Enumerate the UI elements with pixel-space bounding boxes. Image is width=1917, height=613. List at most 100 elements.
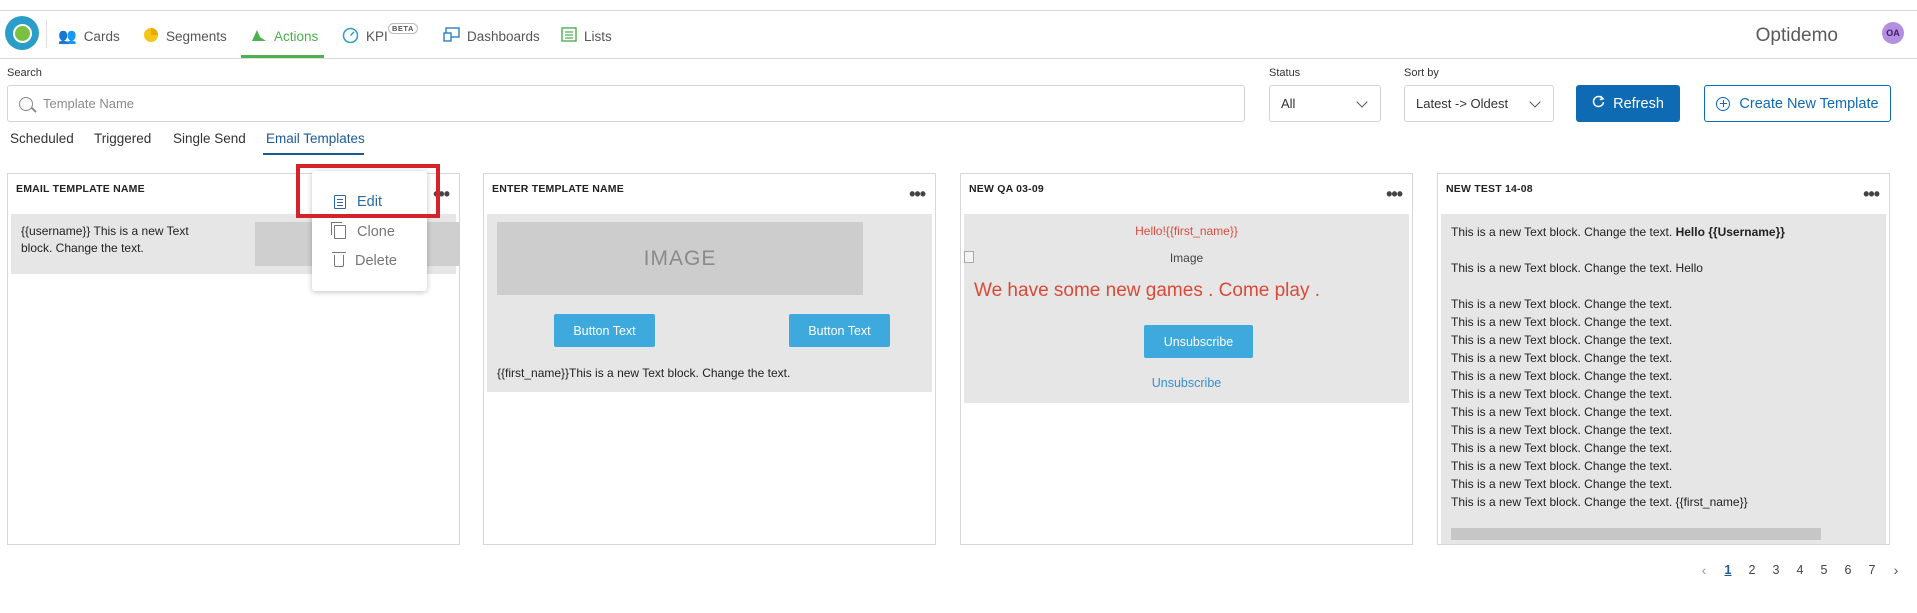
create-new-template-button[interactable]: Create New Template xyxy=(1704,85,1891,122)
more-options-icon[interactable]: ••• xyxy=(1863,185,1880,203)
nav-item-label: Actions xyxy=(274,28,319,44)
nav-item-kpi[interactable]: KPI xyxy=(342,26,388,46)
chevron-down-icon xyxy=(1356,96,1368,108)
template-card[interactable]: NEW TEST 14-08 ••• This is a new Text bl… xyxy=(1437,173,1890,545)
preview-line: This is a new Text block. Change the tex… xyxy=(1451,351,1673,365)
preview-line: This is a new Text block. Change the tex… xyxy=(1451,333,1673,347)
app-logo[interactable] xyxy=(5,16,39,50)
search-label: Search xyxy=(7,67,42,79)
trash-icon xyxy=(332,252,346,267)
plus-circle-icon xyxy=(1716,96,1731,111)
tab-email-templates[interactable]: Email Templates xyxy=(266,131,365,146)
menu-item-clone[interactable]: Clone xyxy=(331,222,395,240)
preview-line: This is a new Text block. Change the tex… xyxy=(1451,315,1673,329)
clone-icon xyxy=(331,222,346,239)
gauge-icon xyxy=(342,27,359,46)
page-number[interactable]: 2 xyxy=(1740,563,1764,577)
preview-text-block: This is a new Text block. Change the tex… xyxy=(1451,223,1785,511)
users-icon: 👥 xyxy=(58,27,77,45)
nav-item-label: KPI xyxy=(366,28,388,44)
nav-item-cards[interactable]: 👥 Cards xyxy=(58,26,120,46)
search-input[interactable] xyxy=(43,96,1143,111)
actions-icon xyxy=(251,28,267,45)
next-page-button[interactable]: › xyxy=(1884,562,1908,578)
dashboard-icon xyxy=(443,27,460,45)
card-title: EMAIL TEMPLATE NAME xyxy=(16,183,145,195)
unsubscribe-preview-link: Unsubscribe xyxy=(1151,376,1222,390)
page-number[interactable]: 6 xyxy=(1836,563,1860,577)
top-navigation: 👥 Cards Segments Actions KPI Dashboards … xyxy=(0,12,1917,59)
tab-triggered[interactable]: Triggered xyxy=(94,131,151,146)
preview-line: This is a new Text block. Change the tex… xyxy=(1451,495,1748,509)
preview-line: This is a new Text block. Change the tex… xyxy=(1451,387,1673,401)
status-select[interactable]: All xyxy=(1269,85,1381,122)
sort-value: Latest -> Oldest xyxy=(1416,96,1509,111)
refresh-label: Refresh xyxy=(1613,95,1664,112)
account-name: Optidemo xyxy=(1755,25,1838,46)
highlight-box xyxy=(296,164,440,218)
menu-item-label: Delete xyxy=(355,253,397,269)
menu-item-delete[interactable]: Delete xyxy=(332,252,397,269)
tab-scheduled[interactable]: Scheduled xyxy=(10,131,74,146)
tab-single-send[interactable]: Single Send xyxy=(173,131,246,146)
pie-chart-icon xyxy=(143,27,159,46)
preview-line: This is a new Text block. Change the tex… xyxy=(1451,459,1673,473)
nav-item-label: Dashboards xyxy=(467,28,540,44)
image-placeholder: IMAGE xyxy=(497,222,863,295)
preview-text: {{username}} This is a new Text block. C… xyxy=(21,224,189,255)
nav-item-segments[interactable]: Segments xyxy=(143,26,227,46)
page-number[interactable]: 5 xyxy=(1812,563,1836,577)
image-alt-text: Image xyxy=(1169,251,1204,265)
preview-line: This is a new Text block. Change the tex… xyxy=(1451,225,1785,239)
nav-item-dashboards[interactable]: Dashboards xyxy=(443,26,540,46)
preview-line: This is a new Text block. Change the tex… xyxy=(1451,423,1673,437)
list-icon xyxy=(561,27,577,45)
card-title: NEW QA 03-09 xyxy=(969,183,1044,195)
pagination: ‹ 1 2 3 4 5 6 7 › xyxy=(1692,561,1908,579)
avatar[interactable]: OA xyxy=(1882,22,1904,44)
refresh-button[interactable]: Refresh xyxy=(1576,85,1680,122)
preview-button: Button Text xyxy=(554,314,655,347)
beta-badge: BETA xyxy=(388,23,418,34)
search-box[interactable] xyxy=(7,85,1245,122)
preview-line: This is a new Text block. Change the tex… xyxy=(1451,441,1673,455)
card-title: ENTER TEMPLATE NAME xyxy=(492,183,624,195)
more-options-icon[interactable]: ••• xyxy=(1386,185,1403,203)
status-label: Status xyxy=(1269,67,1301,79)
nav-item-label: Segments xyxy=(166,28,227,44)
menu-item-label: Clone xyxy=(357,224,395,240)
page-number[interactable]: 1 xyxy=(1716,563,1740,577)
template-card[interactable]: NEW QA 03-09 ••• Hello!{{first_name}} Im… xyxy=(960,173,1413,545)
status-value: All xyxy=(1281,96,1296,111)
template-preview: This is a new Text block. Change the tex… xyxy=(1441,214,1886,544)
greeting-text: Hello!{{first_name}} xyxy=(1135,224,1238,238)
preview-line: This is a new Text block. Change the tex… xyxy=(1451,261,1703,275)
active-tab-indicator xyxy=(263,153,364,155)
nav-item-actions[interactable]: Actions xyxy=(251,26,318,46)
create-label: Create New Template xyxy=(1739,95,1879,112)
card-title: NEW TEST 14-08 xyxy=(1446,183,1533,195)
headline-text: We have some new games . Come play . xyxy=(974,280,1321,301)
preview-line: This is a new Text block. Change the tex… xyxy=(1451,369,1673,383)
more-options-icon[interactable]: ••• xyxy=(909,185,926,203)
search-icon xyxy=(19,96,33,111)
preview-text: {{first_name}}This is a new Text block. … xyxy=(497,366,791,380)
unsubscribe-preview-button: Unsubscribe xyxy=(1144,325,1253,358)
template-preview: Hello!{{first_name}} Image We have some … xyxy=(964,214,1409,403)
page-number[interactable]: 3 xyxy=(1764,563,1788,577)
page-number[interactable]: 7 xyxy=(1860,563,1884,577)
page-number[interactable]: 4 xyxy=(1788,563,1812,577)
refresh-icon xyxy=(1592,95,1605,112)
nav-item-label: Cards xyxy=(83,28,120,44)
previous-page-button[interactable]: ‹ xyxy=(1692,562,1716,578)
chevron-down-icon xyxy=(1529,96,1541,108)
preview-button: Button Text xyxy=(789,314,890,347)
sort-select[interactable]: Latest -> Oldest xyxy=(1404,85,1554,122)
top-border xyxy=(0,0,1917,11)
nav-divider xyxy=(46,20,47,48)
nav-item-lists[interactable]: Lists xyxy=(561,26,612,46)
nav-item-label: Lists xyxy=(584,28,612,44)
horizontal-scrollbar[interactable] xyxy=(1451,528,1821,540)
preview-line: This is a new Text block. Change the tex… xyxy=(1451,297,1673,311)
template-card[interactable]: ENTER TEMPLATE NAME ••• IMAGE Button Tex… xyxy=(483,173,936,545)
